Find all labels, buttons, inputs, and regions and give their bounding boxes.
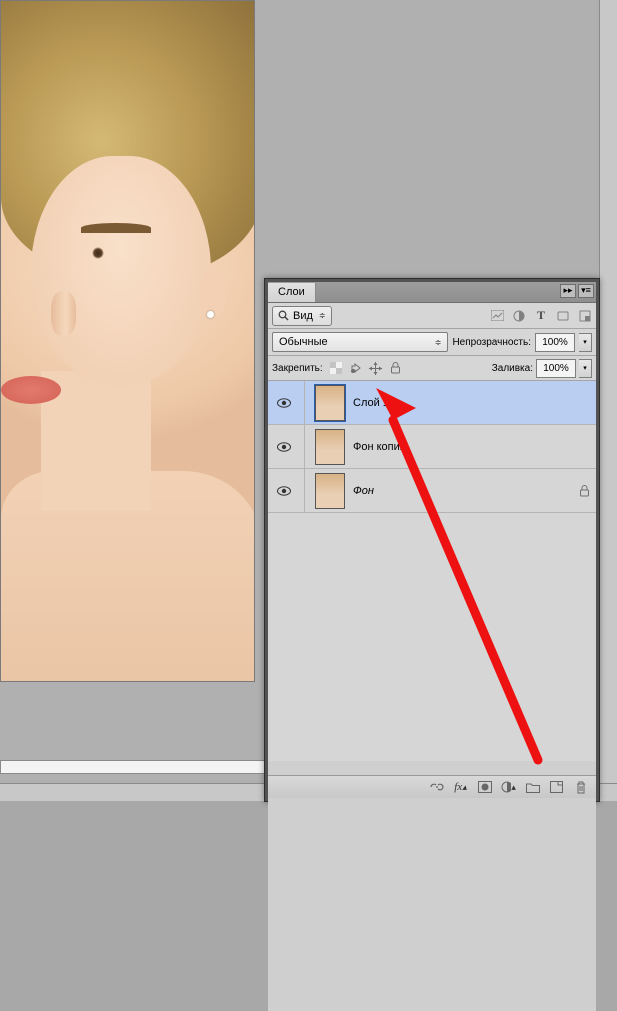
link-layers-icon[interactable] (429, 780, 444, 795)
filter-pixel-icon[interactable] (490, 309, 504, 323)
lock-all-icon[interactable] (389, 361, 403, 375)
tab-layers[interactable]: Слои (268, 283, 316, 302)
delete-layer-icon[interactable] (573, 780, 588, 795)
layers-panel-footer: fx▴ ▴ (268, 775, 596, 798)
fill-flyout[interactable]: ▾ (579, 359, 592, 378)
filter-type-icon[interactable]: T (534, 309, 548, 323)
vertical-scrollbar[interactable] (599, 0, 617, 783)
layer-mask-icon[interactable] (477, 780, 492, 795)
layer-filter-row: Вид ≑ T (268, 303, 596, 329)
panel-menu-icon[interactable]: ▾≡ (578, 284, 594, 298)
lock-position-icon[interactable] (369, 361, 383, 375)
layer-name[interactable]: Фон (353, 485, 374, 497)
new-adjustment-icon[interactable]: ▴ (501, 780, 516, 795)
document-canvas[interactable] (0, 0, 255, 682)
opacity-flyout[interactable]: ▾ (579, 333, 592, 352)
filter-adjustment-icon[interactable] (512, 309, 526, 323)
chevron-updown-icon: ≑ (435, 338, 442, 347)
layer-row[interactable]: Фон копия (268, 425, 596, 469)
opacity-input[interactable]: 100% (535, 333, 575, 352)
layer-style-icon[interactable]: fx▴ (453, 780, 468, 795)
layer-row[interactable]: Слой 1 (268, 381, 596, 425)
panel-tab-bar: Слои ▸▸ ▾≡ (268, 282, 596, 303)
filter-shape-icon[interactable] (556, 309, 570, 323)
layer-thumbnail[interactable] (315, 473, 345, 509)
search-icon (278, 310, 289, 321)
visibility-toggle-icon[interactable] (277, 486, 291, 496)
chevron-updown-icon: ≑ (319, 311, 326, 320)
filter-smartobject-icon[interactable] (578, 309, 592, 323)
fill-input[interactable]: 100% (536, 359, 576, 378)
blend-mode-value: Обычные (279, 336, 328, 348)
visibility-toggle-icon[interactable] (277, 398, 291, 408)
tab-layers-label: Слои (278, 286, 305, 298)
canvas-image (1, 1, 254, 681)
layer-thumbnail[interactable] (315, 429, 345, 465)
visibility-toggle-icon[interactable] (277, 442, 291, 452)
layers-panel: Слои ▸▸ ▾≡ Вид ≑ T (264, 278, 600, 802)
layers-empty-area[interactable] (268, 761, 596, 1011)
layer-name[interactable]: Слой 1 (353, 397, 389, 409)
blend-opacity-row: Обычные ≑ Непрозрачность: 100% ▾ (268, 329, 596, 356)
lock-label: Закрепить: (272, 363, 323, 374)
new-group-icon[interactable] (525, 780, 540, 795)
layers-list: Слой 1 Фон копия Фон (268, 381, 596, 761)
blend-mode-dropdown[interactable]: Обычные ≑ (272, 332, 448, 352)
layer-name[interactable]: Фон копия (353, 441, 406, 453)
layer-thumbnail[interactable] (315, 385, 345, 421)
new-layer-icon[interactable] (549, 780, 564, 795)
panel-collapse-icon[interactable]: ▸▸ (560, 284, 576, 298)
lock-transparent-icon[interactable] (329, 361, 343, 375)
fill-label: Заливка: (492, 363, 533, 374)
layer-kind-label: Вид (293, 310, 313, 322)
layer-kind-dropdown[interactable]: Вид ≑ (272, 306, 332, 326)
workspace: Слои ▸▸ ▾≡ Вид ≑ T (0, 0, 617, 801)
lock-icon (579, 485, 590, 497)
lock-image-icon[interactable] (349, 361, 363, 375)
filter-icons: T (490, 309, 592, 323)
lock-fill-row: Закрепить: Заливка: 100% ▾ (268, 356, 596, 381)
layer-row[interactable]: Фон (268, 469, 596, 513)
opacity-label: Непрозрачность: (452, 337, 531, 348)
